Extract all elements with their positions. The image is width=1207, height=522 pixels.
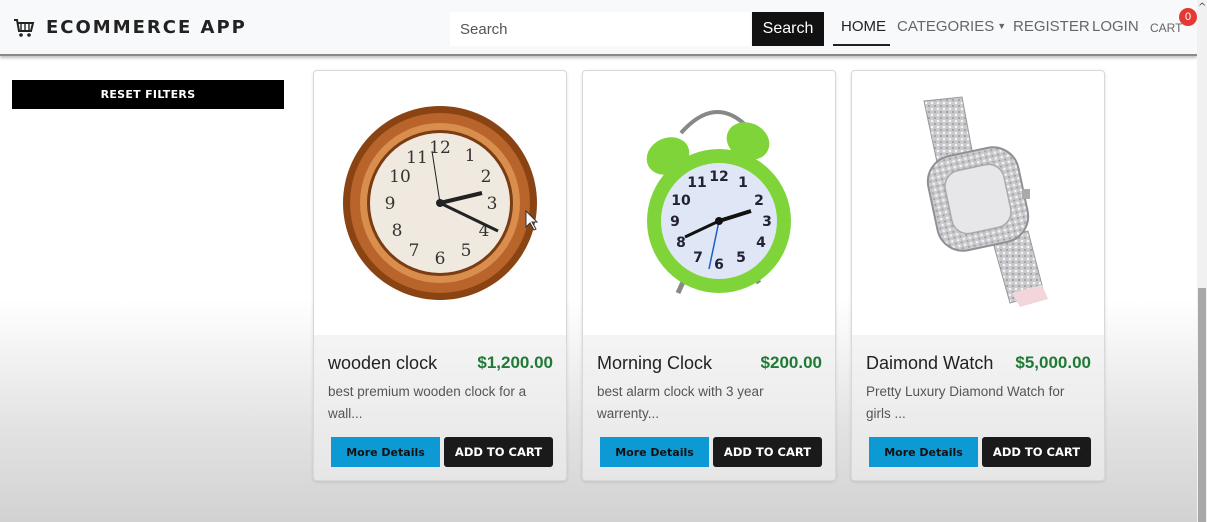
svg-text:6: 6 — [714, 257, 724, 273]
card-body: wooden clock $1,200.00 best premium wood… — [314, 335, 566, 480]
product-description: Pretty Luxury Diamond Watch for girls ..… — [866, 384, 1065, 421]
svg-text:5: 5 — [461, 241, 472, 261]
nav-register[interactable]: REGISTER — [1013, 18, 1090, 35]
nav-cart[interactable]: CART — [1150, 21, 1182, 35]
product-card: 12 1 2 3 4 5 6 7 8 9 10 11 wooden clock … — [313, 70, 567, 481]
brand[interactable]: ECOMMERCE APP — [12, 15, 247, 39]
product-price: $5,000.00 — [1015, 353, 1091, 372]
product-name[interactable]: wooden clock — [328, 353, 437, 374]
nav-home-active-indicator — [833, 44, 890, 46]
nav-home[interactable]: HOME — [841, 18, 886, 35]
cart-count-badge: 0 — [1179, 8, 1197, 26]
product-description: best alarm clock with 3 year warrenty... — [597, 384, 764, 421]
scrollbar-thumb[interactable] — [1198, 288, 1206, 522]
svg-text:2: 2 — [754, 193, 764, 209]
product-image-morning-clock: 12 1 2 3 4 5 6 7 8 9 10 11 — [583, 71, 835, 335]
product-name[interactable]: Morning Clock — [597, 353, 712, 374]
shopping-cart-icon — [12, 15, 36, 39]
svg-text:12: 12 — [709, 169, 728, 185]
navbar: ECOMMERCE APP Search HOME CATEGORIES▼ RE… — [0, 0, 1197, 56]
more-details-button[interactable]: More Details — [331, 437, 440, 467]
add-to-cart-button[interactable]: ADD TO CART — [982, 437, 1091, 467]
svg-text:8: 8 — [676, 235, 686, 251]
svg-text:7: 7 — [693, 250, 703, 266]
product-description: best premium wooden clock for a wall... — [328, 384, 527, 421]
product-image-diamond-watch — [852, 71, 1104, 335]
svg-text:11: 11 — [406, 148, 428, 168]
search-button[interactable]: Search — [752, 12, 824, 46]
svg-text:6: 6 — [435, 249, 446, 269]
svg-text:4: 4 — [756, 235, 766, 251]
product-card: Daimond Watch $5,000.00 Pretty Luxury Di… — [851, 70, 1105, 481]
card-body: Morning Clock $200.00 best alarm clock w… — [583, 335, 835, 480]
svg-text:10: 10 — [389, 167, 411, 187]
search-input[interactable] — [450, 12, 750, 46]
svg-text:1: 1 — [465, 146, 476, 166]
svg-text:9: 9 — [385, 194, 396, 214]
nav-categories-dropdown[interactable]: CATEGORIES ▼ — [897, 18, 1006, 35]
scroll-up-arrow-icon[interactable]: ^ — [1198, 2, 1206, 13]
product-image-wooden-clock: 12 1 2 3 4 5 6 7 8 9 10 11 — [314, 71, 566, 335]
nav-categories-label: CATEGORIES — [897, 18, 995, 35]
add-to-cart-button[interactable]: ADD TO CART — [713, 437, 822, 467]
svg-text:1: 1 — [738, 175, 748, 191]
reset-filters-button[interactable]: RESET FILTERS — [12, 80, 284, 109]
product-price: $200.00 — [760, 353, 822, 372]
svg-text:2: 2 — [481, 167, 492, 187]
nav-login[interactable]: LOGIN — [1092, 18, 1139, 35]
svg-text:8: 8 — [392, 221, 403, 241]
caret-down-icon: ▼ — [997, 21, 1007, 31]
add-to-cart-button[interactable]: ADD TO CART — [444, 437, 553, 467]
svg-text:5: 5 — [736, 250, 746, 266]
svg-text:9: 9 — [670, 214, 680, 230]
brand-title: ECOMMERCE APP — [46, 16, 247, 38]
svg-text:7: 7 — [409, 241, 420, 261]
svg-text:3: 3 — [762, 214, 772, 230]
svg-text:10: 10 — [671, 193, 691, 209]
product-price: $1,200.00 — [477, 353, 553, 372]
svg-text:3: 3 — [487, 194, 498, 214]
product-card: 12 1 2 3 4 5 6 7 8 9 10 11 Morning Clock… — [582, 70, 836, 481]
more-details-button[interactable]: More Details — [600, 437, 709, 467]
card-body: Daimond Watch $5,000.00 Pretty Luxury Di… — [852, 335, 1104, 480]
svg-text:11: 11 — [687, 175, 706, 191]
product-name[interactable]: Daimond Watch — [866, 353, 993, 374]
more-details-button[interactable]: More Details — [869, 437, 978, 467]
